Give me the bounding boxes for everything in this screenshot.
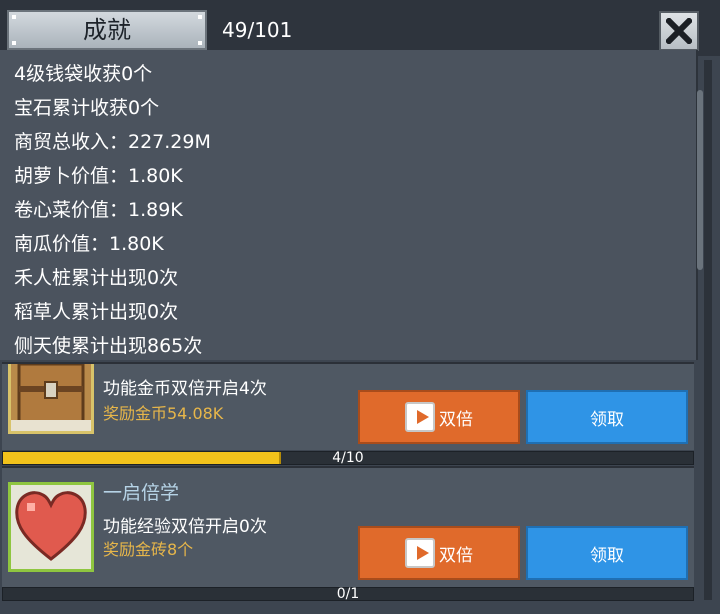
treasure-chest-icon xyxy=(8,362,94,434)
achievement-reward: 奖励金砖8个 xyxy=(103,540,194,559)
achievement-card: 一启倍学 功能经验双倍开启0次 奖励金砖8个 双倍 领取 xyxy=(2,466,694,588)
stat-line: 4级钱袋收获0个 xyxy=(14,63,153,85)
close-icon xyxy=(666,18,692,44)
double-reward-label: 双倍 xyxy=(439,409,473,430)
claim-label: 领取 xyxy=(590,545,624,566)
achievement-reward: 奖励金币54.08K xyxy=(103,404,224,423)
stat-line: 稻草人累计出现0次 xyxy=(14,301,179,323)
treasure-chest-icon xyxy=(11,362,91,431)
stats-panel: 4级钱袋收获0个 宝石累计收获0个 商贸总收入：227.29M 胡萝卜价值：1.… xyxy=(0,50,698,360)
achievement-name: 一启倍学 xyxy=(103,482,180,504)
claim-button[interactable]: 领取 xyxy=(526,390,688,444)
page-title: 成就 xyxy=(83,16,131,44)
stat-line: 侧天使累计出现865次 xyxy=(14,335,203,357)
achievement-progress-bar: 0/1 xyxy=(2,586,694,602)
stat-line: 卷心菜价值：1.89K xyxy=(14,199,183,221)
rivet xyxy=(12,15,16,19)
rivet xyxy=(12,41,16,45)
heart-icon xyxy=(11,485,91,569)
stat-line: 商贸总收入：227.29M xyxy=(14,131,211,153)
achievement-count: 49/101 xyxy=(222,18,293,42)
achievement-description: 功能经验双倍开启0次 xyxy=(103,517,267,537)
achievement-card: 功能金币双倍开启4次 奖励金币54.08K 双倍 领取 xyxy=(2,362,694,450)
video-icon xyxy=(405,538,435,568)
progress-label: 0/1 xyxy=(336,586,360,602)
scrollbar-thumb[interactable] xyxy=(697,90,703,270)
heart-icon-frame xyxy=(8,482,94,572)
stat-line: 胡萝卜价值：1.80K xyxy=(14,165,183,187)
scrollbar-track[interactable] xyxy=(704,60,712,600)
claim-label: 领取 xyxy=(590,409,624,430)
stat-line: 宝石累计收获0个 xyxy=(14,97,160,119)
rivet xyxy=(198,15,202,19)
progress-label: 4/10 xyxy=(332,450,364,466)
double-reward-button[interactable]: 双倍 xyxy=(358,390,520,444)
rivet xyxy=(198,41,202,45)
double-reward-button[interactable]: 双倍 xyxy=(358,526,520,580)
achievement-progress-bar: 4/10 xyxy=(2,450,694,466)
claim-button[interactable]: 领取 xyxy=(526,526,688,580)
achievements-tab[interactable]: 成就 xyxy=(7,10,207,50)
achievement-description: 功能金币双倍开启4次 xyxy=(103,379,267,399)
stat-line: 禾人桩累计出现0次 xyxy=(14,267,179,289)
video-icon xyxy=(405,402,435,432)
stat-line: 南瓜价值：1.80K xyxy=(14,233,164,255)
close-button[interactable] xyxy=(659,11,699,51)
double-reward-label: 双倍 xyxy=(439,545,473,566)
